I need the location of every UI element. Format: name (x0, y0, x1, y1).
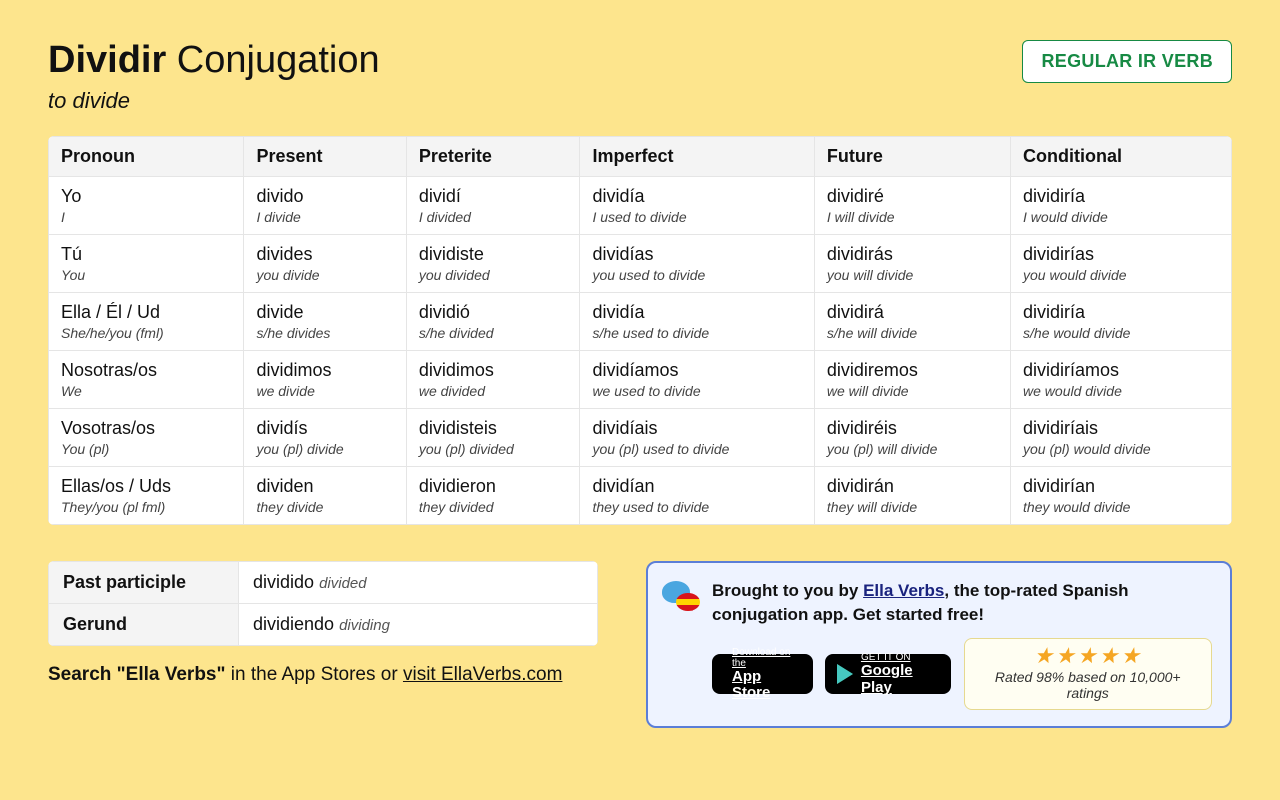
conjugation-cell: dividiríamoswe would divide (1011, 350, 1232, 408)
page-subtitle: to divide (48, 88, 380, 114)
conjugation-cell: dividirás/he will divide (814, 292, 1010, 350)
conjugation-cell: dividiríasyou would divide (1011, 234, 1232, 292)
conjugation-cell: dividiránthey will divide (814, 466, 1010, 524)
table-row: Ellas/os / UdsThey/you (pl fml)dividenth… (49, 466, 1232, 524)
conjugation-cell: dividiríaI would divide (1011, 176, 1232, 234)
conjugation-cell: dividíaI used to divide (580, 176, 814, 234)
conjugation-cell: dividiremoswe will divide (814, 350, 1010, 408)
conjugation-cell: dividiréisyou (pl) will divide (814, 408, 1010, 466)
pronoun-cell: YoI (49, 176, 244, 234)
search-instruction: Search "Ella Verbs" in the App Stores or… (48, 664, 598, 686)
pronoun-cell: Ella / Él / UdShe/he/you (fml) (49, 292, 244, 350)
google-play-badge[interactable]: GET IT ON Google Play (825, 654, 952, 694)
conjugation-cell: dividenthey divide (244, 466, 406, 524)
table-row: Ella / Él / UdShe/he/you (fml)divides/he… (49, 292, 1232, 350)
column-header: Future (814, 136, 1010, 176)
pronoun-cell: TúYou (49, 234, 244, 292)
conjugation-cell: dividisteisyou (pl) divided (406, 408, 580, 466)
column-header: Conditional (1011, 136, 1232, 176)
google-play-icon (837, 664, 853, 684)
conjugation-cell: dividiríanthey would divide (1011, 466, 1232, 524)
promo-box: Brought to you by Ella Verbs, the top-ra… (646, 561, 1232, 729)
table-row: Vosotras/osYou (pl)dividísyou (pl) divid… (49, 408, 1232, 466)
conjugation-cell: divides/he divides (244, 292, 406, 350)
conjugation-cell: dividíI divided (406, 176, 580, 234)
page-title: Dividir Conjugation (48, 40, 380, 82)
pronoun-cell: Ellas/os / UdsThey/you (pl fml) (49, 466, 244, 524)
conjugation-cell: dividiréI will divide (814, 176, 1010, 234)
rating-card: ★★★★★ Rated 98% based on 10,000+ ratings (964, 638, 1213, 710)
conjugation-cell: dividíasyou used to divide (580, 234, 814, 292)
column-header: Imperfect (580, 136, 814, 176)
participle-table: Past participle dividido divided Gerund … (48, 561, 598, 646)
conjugation-cell: dividisteyou divided (406, 234, 580, 292)
conjugation-cell: dividirásyou will divide (814, 234, 1010, 292)
column-header: Present (244, 136, 406, 176)
conjugation-cell: dividimoswe divide (244, 350, 406, 408)
speech-bubbles-icon (662, 579, 700, 617)
table-row: TúYoudividesyou dividedividisteyou divid… (49, 234, 1232, 292)
verb-type-badge: REGULAR IR VERB (1022, 40, 1232, 83)
conjugation-table: PronounPresentPreteriteImperfectFutureCo… (48, 136, 1232, 525)
conjugation-cell: dividíaisyou (pl) used to divide (580, 408, 814, 466)
past-participle-label: Past participle (49, 561, 239, 603)
conjugation-cell: dividísyou (pl) divide (244, 408, 406, 466)
gerund-value: dividiendo dividing (239, 603, 598, 645)
ella-verbs-link[interactable]: Ella Verbs (863, 581, 944, 600)
promo-text: Brought to you by Ella Verbs, the top-ra… (712, 579, 1212, 627)
table-row: Nosotras/osWedividimoswe dividedividimos… (49, 350, 1232, 408)
column-header: Pronoun (49, 136, 244, 176)
conjugation-cell: dividimoswe divided (406, 350, 580, 408)
conjugation-cell: dividiós/he divided (406, 292, 580, 350)
conjugation-cell: dividiríaisyou (pl) would divide (1011, 408, 1232, 466)
conjugation-cell: dividirías/he would divide (1011, 292, 1232, 350)
pronoun-cell: Vosotras/osYou (pl) (49, 408, 244, 466)
conjugation-cell: dividíanthey used to divide (580, 466, 814, 524)
conjugation-cell: dividoI divide (244, 176, 406, 234)
past-participle-value: dividido divided (239, 561, 598, 603)
conjugation-cell: dividieronthey divided (406, 466, 580, 524)
app-store-badge[interactable]: Download on the App Store (712, 654, 813, 694)
column-header: Preterite (406, 136, 580, 176)
table-row: YoIdividoI dividedividíI divideddividíaI… (49, 176, 1232, 234)
conjugation-cell: dividíamoswe used to divide (580, 350, 814, 408)
gerund-label: Gerund (49, 603, 239, 645)
conjugation-cell: dividías/he used to divide (580, 292, 814, 350)
star-icon: ★★★★★ (981, 645, 1196, 667)
ellaverbs-link[interactable]: visit EllaVerbs.com (403, 664, 562, 685)
pronoun-cell: Nosotras/osWe (49, 350, 244, 408)
conjugation-cell: dividesyou divide (244, 234, 406, 292)
